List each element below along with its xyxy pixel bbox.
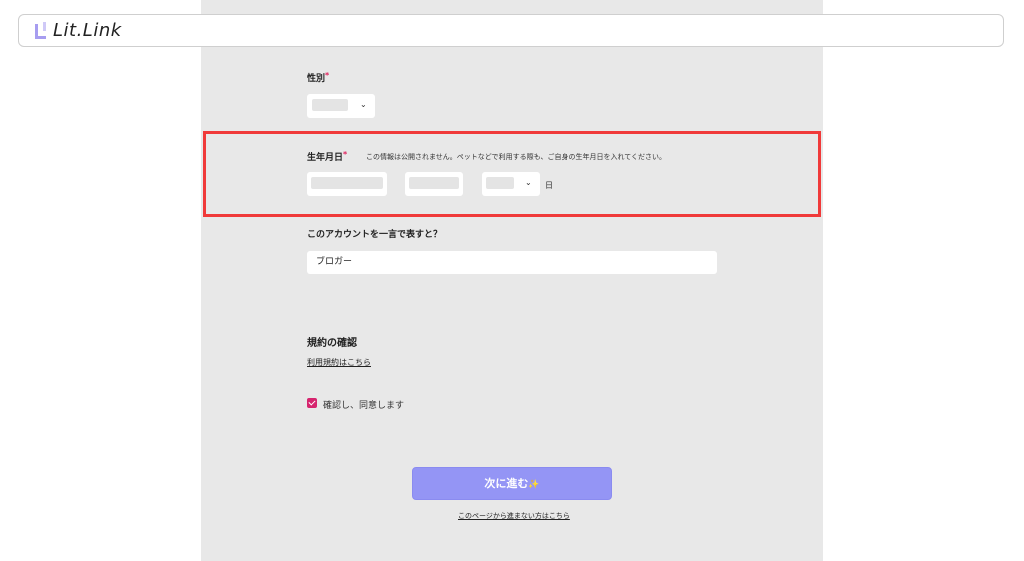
chevron-down-icon: ⌄: [525, 178, 532, 187]
select-placeholder: [486, 177, 514, 189]
skip-link[interactable]: このページから進まない方はこちら: [458, 511, 570, 521]
select-placeholder: [312, 99, 348, 111]
account-description-input[interactable]: ブロガー: [307, 251, 717, 274]
agree-checkbox[interactable]: [307, 398, 317, 408]
gender-select[interactable]: ⌄: [307, 94, 375, 118]
logo-icon: [35, 22, 47, 39]
birth-month-select[interactable]: [405, 172, 463, 196]
account-description-label: このアカウントを一言で表すと？: [307, 230, 443, 240]
check-icon: [308, 398, 316, 406]
required-mark: *: [325, 71, 330, 80]
agree-label[interactable]: 確認し、同意します: [323, 398, 404, 411]
header-bar: Lit.Link: [18, 14, 1004, 47]
gender-label: 性別*: [307, 71, 330, 84]
logo-text: Lit.Link: [53, 20, 122, 41]
next-button-label: 次に進む: [484, 477, 529, 490]
select-placeholder: [311, 177, 383, 189]
sparkle-icon: ✨: [528, 480, 540, 490]
select-placeholder: [409, 177, 459, 189]
logo[interactable]: Lit.Link: [35, 20, 122, 41]
birthday-label: 生年月日*: [307, 150, 348, 163]
birth-year-select[interactable]: [307, 172, 387, 196]
terms-heading: 規約の確認: [307, 338, 357, 349]
required-mark: *: [343, 150, 348, 159]
chevron-down-icon: ⌄: [360, 100, 367, 109]
next-button[interactable]: 次に進む✨: [412, 467, 612, 500]
birthday-note: この情報は公開されません。ペットなどで利用する際も、ご自身の生年月日を入れてくだ…: [366, 153, 667, 161]
birth-day-select[interactable]: ⌄: [482, 172, 540, 196]
terms-link[interactable]: 利用規約はこちら: [307, 357, 371, 368]
day-unit: 日: [545, 181, 553, 190]
